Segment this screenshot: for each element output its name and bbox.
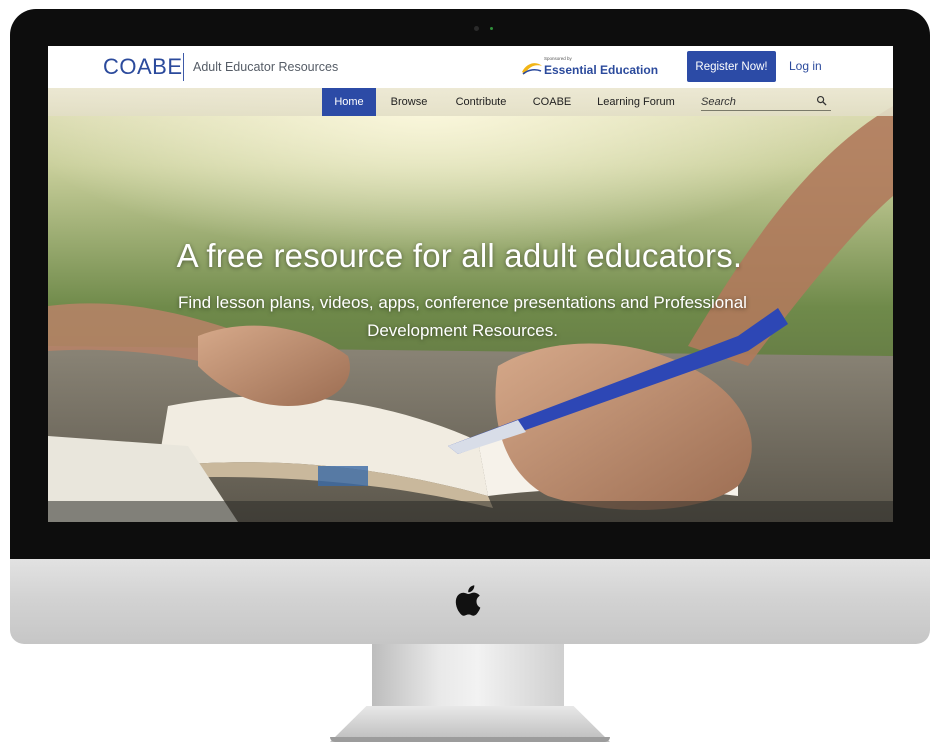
apple-logo-icon [455, 585, 481, 616]
monitor-stand-edge [330, 737, 610, 742]
monitor-stand-neck [372, 644, 564, 714]
search-input[interactable] [701, 94, 811, 109]
nav-browse[interactable]: Browse [384, 88, 434, 116]
hero-background-photo [48, 46, 893, 522]
sponsor-logo-icon [522, 63, 542, 75]
hero-subtitle: Find lesson plans, videos, apps, confere… [178, 293, 747, 340]
search-icon[interactable] [816, 95, 827, 106]
nav-learning-forum[interactable]: Learning Forum [592, 88, 680, 116]
site-header: COABE Adult Educator Resources Sponsored… [48, 46, 893, 88]
header-divider [183, 53, 184, 81]
main-nav: Home Browse Contribute COABE Learning Fo… [48, 88, 893, 116]
nav-contribute[interactable]: Contribute [447, 88, 515, 116]
hero-title: A free resource for all adult educators. [176, 237, 743, 274]
login-link[interactable]: Log in [789, 59, 822, 73]
sponsor-caption: Sponsored by [544, 56, 572, 61]
brand-logo[interactable]: COABE [103, 54, 183, 80]
nav-coabe[interactable]: COABE [528, 88, 576, 116]
sponsor-name: Essential Education [544, 63, 659, 77]
camera-indicator-light [490, 27, 493, 30]
site-tagline: Adult Educator Resources [193, 60, 339, 74]
register-button[interactable]: Register Now! [687, 51, 776, 82]
search-box [701, 94, 831, 111]
sponsor-logo[interactable]: Sponsored by Essential Education [521, 55, 661, 81]
nav-home[interactable]: Home [322, 88, 376, 116]
camera-icon [474, 26, 479, 31]
browser-viewport: COABE Adult Educator Resources Sponsored… [48, 46, 893, 522]
